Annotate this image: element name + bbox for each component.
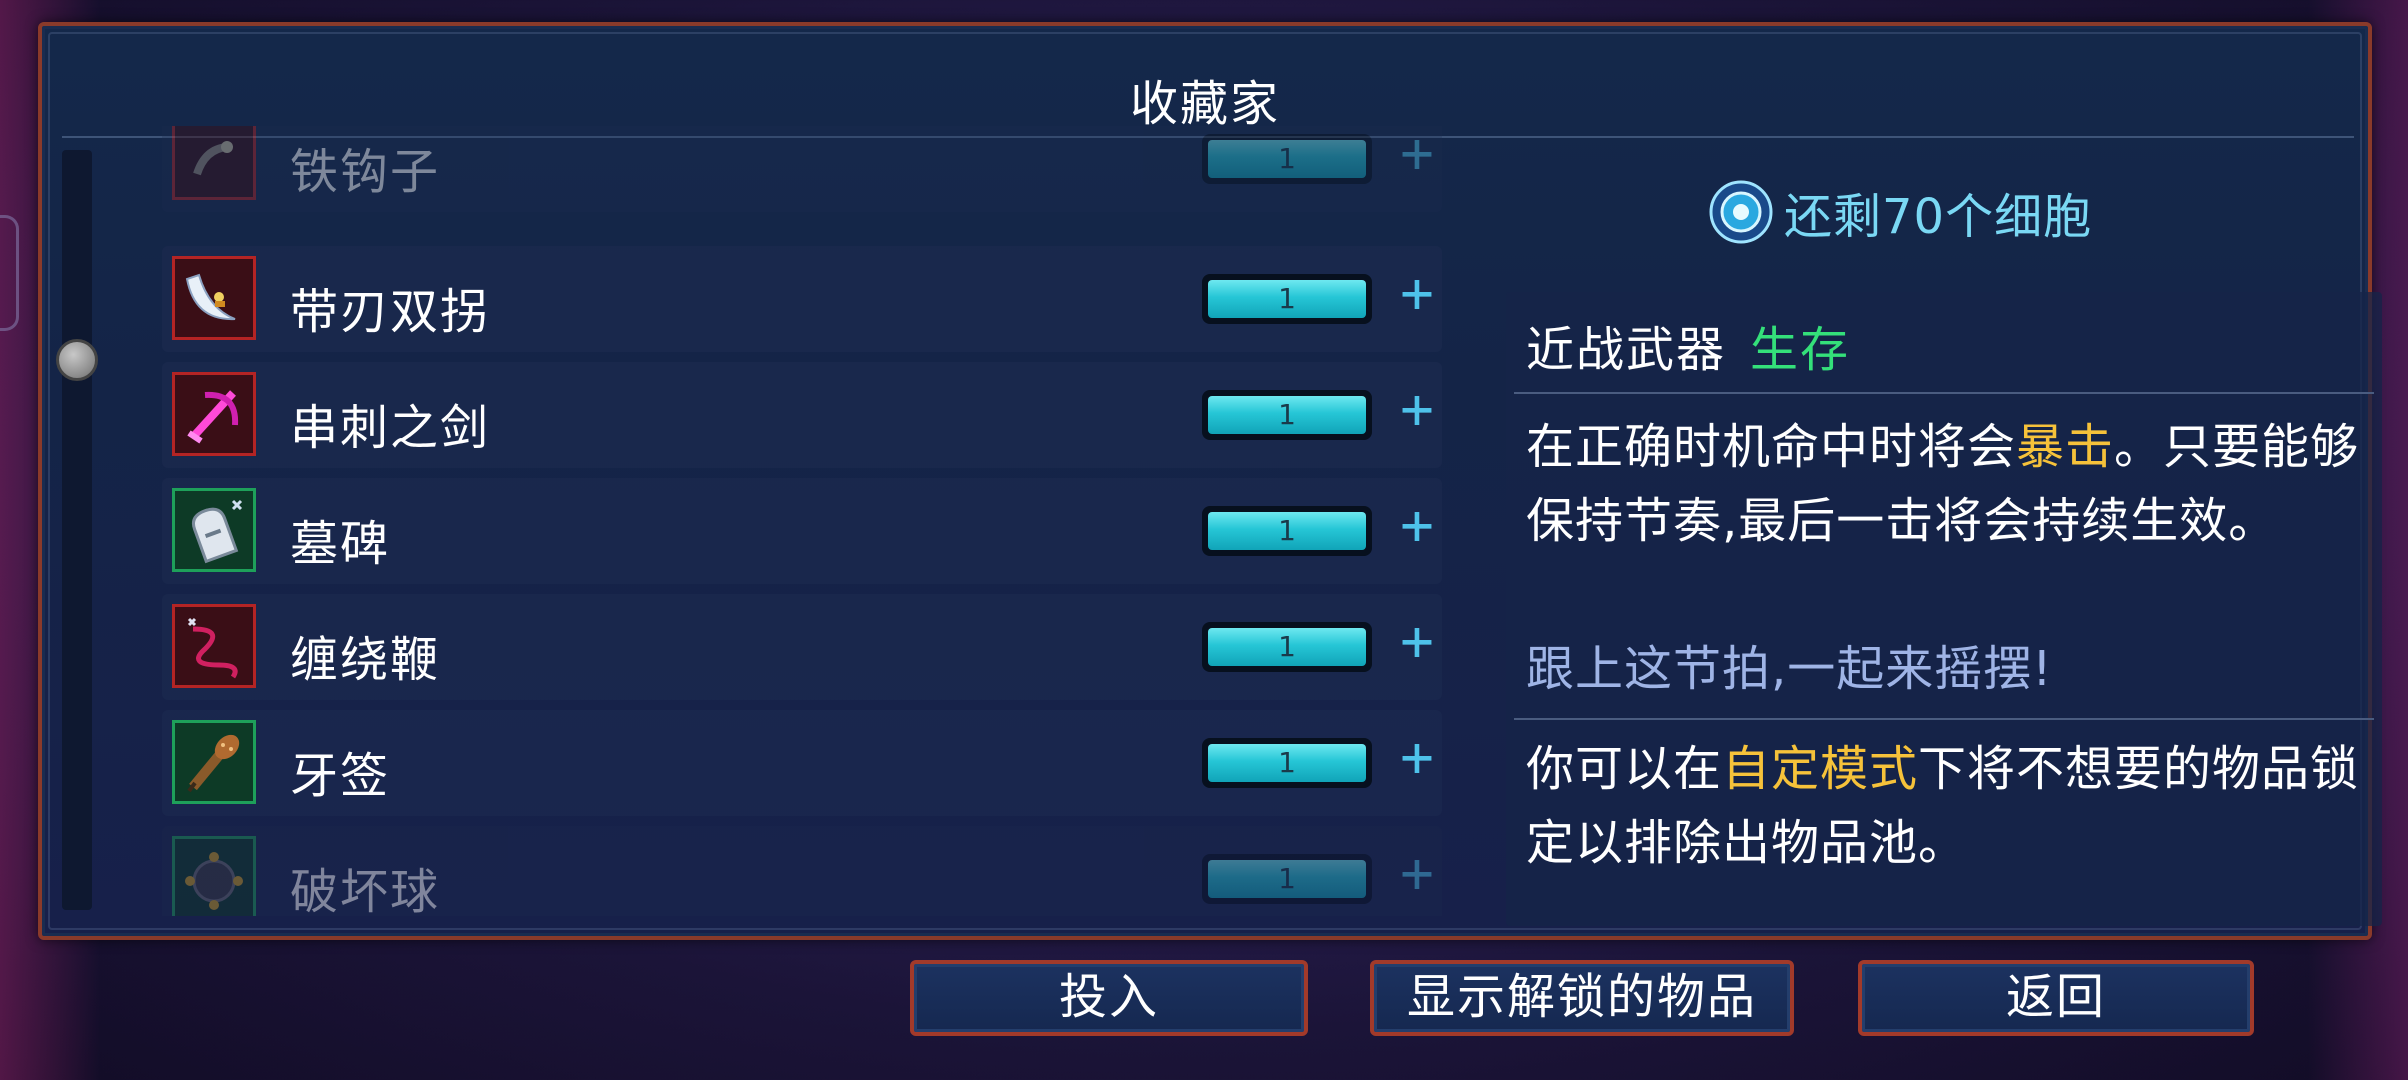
quantity-bar: 1 (1202, 274, 1372, 324)
item-name: 带刃双拐 (290, 284, 491, 340)
cells-remaining-text: 还剩70个细胞 (1784, 189, 2093, 245)
quantity-bar: 1 (1202, 134, 1372, 184)
quantity-bar: 1 (1202, 390, 1372, 440)
hint-text-1: 你可以在 (1526, 741, 1723, 797)
quantity-bar: 1 (1202, 854, 1372, 904)
item-name: 墓碑 (290, 516, 391, 572)
item-tag-survival: 生存 (1750, 322, 1851, 378)
list-item[interactable]: 铁钩子 1 + (162, 126, 1442, 212)
invest-button[interactable]: 投入 (910, 960, 1308, 1036)
item-list: 铁钩子 1 + 带刃双拐 1 + 串刺之剑 1 + 墓碑 1 + 缠绕鞭 1 + 牙签 1 + 破坏球 1 + (162, 126, 1442, 916)
quantity-value: 1 (1208, 280, 1366, 318)
item-name: 破坏球 (290, 864, 441, 916)
list-item[interactable]: 墓碑 1 + (162, 478, 1442, 584)
list-scrollbar[interactable] (62, 150, 92, 910)
add-button[interactable]: + (1392, 496, 1442, 556)
item-category: 近战武器 (1526, 322, 1727, 378)
hint-highlight-custom-mode: 自定模式 (1722, 741, 1919, 797)
add-button[interactable]: + (1392, 612, 1442, 672)
iron-hook-icon (172, 126, 256, 200)
item-name: 串刺之剑 (290, 400, 491, 456)
quantity-bar: 1 (1202, 622, 1372, 672)
list-item[interactable]: 破坏球 1 + (162, 826, 1442, 916)
show-unlocked-button[interactable]: 显示解锁的物品 (1370, 960, 1794, 1036)
desc-highlight-crit: 暴击 (2016, 419, 2115, 475)
scrollbar-thumb[interactable] (56, 339, 98, 381)
bladed-tonfas-icon (172, 256, 256, 340)
custom-mode-hint: 你可以在自定模式下将不想要的物品锁定以排除出物品池。 (1526, 732, 2362, 880)
item-name: 铁钩子 (290, 144, 441, 200)
wrapping-whip-icon (172, 604, 256, 688)
back-button[interactable]: 返回 (1858, 960, 2254, 1036)
panel-title: 收藏家 (1129, 76, 1280, 132)
add-button[interactable]: + (1392, 126, 1442, 184)
info-divider-top (1514, 392, 2374, 394)
item-name: 缠绕鞭 (290, 632, 441, 688)
item-description: 在正确时机命中时将会暴击。只要能够保持节奏,最后一击将会持续生效。 (1526, 410, 2362, 558)
wrecking-ball-icon (172, 836, 256, 916)
item-category-line: 近战武器 生存 (1526, 310, 1850, 380)
quantity-value: 1 (1208, 396, 1366, 434)
info-divider-bottom (1514, 718, 2374, 720)
collector-panel: 收藏家 铁钩子 1 + 带刃双拐 1 + 串刺之剑 1 + 墓碑 1 + 缠绕鞭 1 + 牙签 1 + 破坏球 1 + … (38, 22, 2382, 940)
edge-hex-decoration (0, 215, 19, 331)
list-item[interactable]: 带刃双拐 1 + (162, 246, 1442, 352)
list-item[interactable]: 缠绕鞭 1 + (162, 594, 1442, 700)
quantity-bar: 1 (1202, 738, 1372, 788)
add-button[interactable]: + (1392, 264, 1442, 324)
quantity-value: 1 (1208, 140, 1366, 178)
quantity-bar: 1 (1202, 506, 1372, 556)
skewering-sword-icon (172, 372, 256, 456)
desc-text-1: 在正确时机命中时将会 (1526, 419, 2017, 475)
quantity-value: 1 (1208, 860, 1366, 898)
item-name: 牙签 (290, 748, 391, 804)
cells-remaining: 还剩70个细胞 (1708, 172, 2092, 252)
item-info-box: 近战武器 生存 在正确时机命中时将会暴击。只要能够保持节奏,最后一击将会持续生效。… (1506, 292, 2382, 926)
quantity-value: 1 (1208, 628, 1366, 666)
item-flavor-text: 跟上这节拍,一起来摇摆! (1526, 641, 2053, 697)
list-item[interactable]: 串刺之剑 1 + (162, 362, 1442, 468)
quantity-value: 1 (1208, 744, 1366, 782)
toothpick-icon (172, 720, 256, 804)
cell-icon (1709, 180, 1773, 244)
tombstone-icon (172, 488, 256, 572)
list-item[interactable]: 牙签 1 + (162, 710, 1442, 816)
quantity-value: 1 (1208, 512, 1366, 550)
add-button[interactable]: + (1392, 844, 1442, 904)
add-button[interactable]: + (1392, 728, 1442, 788)
add-button[interactable]: + (1392, 380, 1442, 440)
